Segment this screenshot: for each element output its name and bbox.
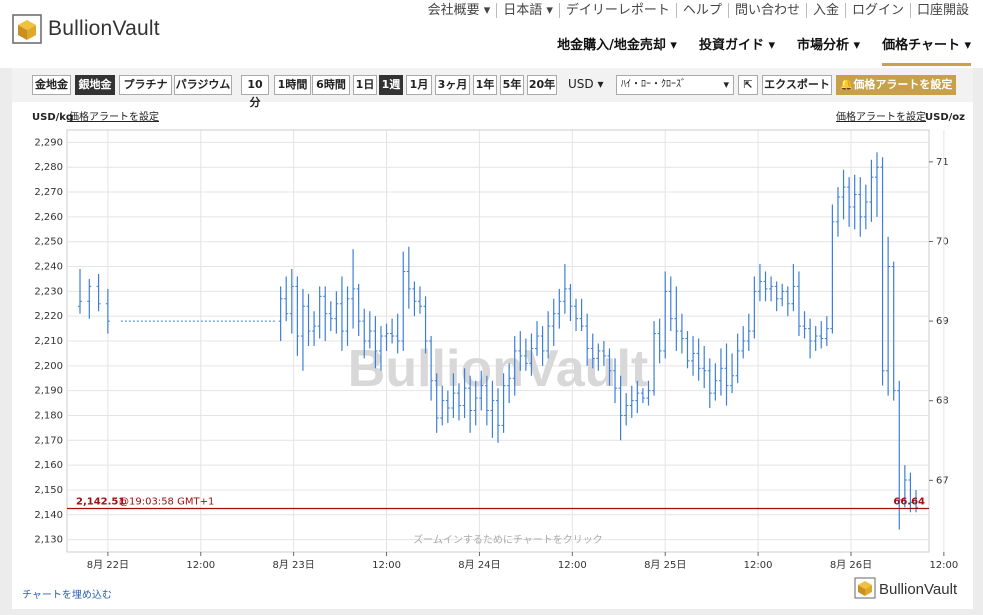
x-tick-label: 8月 24日: [458, 559, 500, 571]
left-unit-label: USD/kg: [32, 112, 73, 123]
embed-chart-link[interactable]: チャートを埋め込む: [22, 589, 112, 601]
y2-tick-label: 70: [936, 236, 949, 247]
chart-panel: 金地金 銀地金 プラチナ パラジウム 10分 1時間 6時間 1日 1週 1月 3ヶ月 1年 5年 20年…: [12, 68, 973, 609]
y-tick-label: 2,180: [34, 410, 63, 421]
top-navigation: 会社概要 ▾ 日本語 ▾ デイリーレポート ヘルプ 問い合わせ 入金 ログイン 口座開設: [422, 3, 975, 18]
topnav-item[interactable]: ログイン: [846, 3, 911, 18]
x-tick-label: 8月 26日: [830, 559, 872, 571]
y-tick-label: 2,140: [34, 510, 63, 521]
x-tick-label: 8月 23日: [273, 559, 315, 571]
right-unit-label: USD/oz: [925, 112, 965, 123]
x-tick-label: 12:00: [558, 560, 587, 571]
main-navigation: 地金購入/地金売却 ▾ 投資ガイド ▾ 市場分析 ▾ 価格チャート ▾: [535, 38, 971, 66]
zoom-hint: ズームインするためにチャートをクリック: [413, 533, 603, 546]
current-time-label: @19:03:58 GMT+1: [119, 497, 214, 508]
topnav-item[interactable]: 口座開設: [911, 3, 975, 18]
site-header: BullionVault 会社概要 ▾ 日本語 ▾ デイリーレポート ヘルプ 問い合わせ…: [0, 0, 983, 68]
logo-cube-icon: [12, 14, 42, 44]
y2-tick-label: 67: [936, 475, 949, 486]
logo-cube-icon: [854, 577, 876, 599]
y-tick-label: 2,150: [34, 485, 63, 496]
mainnav-item[interactable]: 市場分析 ▾: [797, 38, 860, 66]
mainnav-item[interactable]: 地金購入/地金売却 ▾: [557, 38, 677, 66]
y-tick-label: 2,240: [34, 262, 63, 273]
topnav-item[interactable]: デイリーレポート: [560, 3, 677, 18]
x-tick-label: 12:00: [186, 560, 215, 571]
alert-link-right[interactable]: 価格アラートを設定: [836, 110, 926, 123]
y-tick-label: 2,220: [34, 311, 63, 322]
y-tick-label: 2,170: [34, 435, 63, 446]
footer-logo: BullionVault: [854, 577, 958, 599]
y-tick-label: 2,160: [34, 460, 63, 471]
x-tick-label: 8月 22日: [87, 559, 129, 571]
y2-tick-label: 69: [936, 316, 949, 327]
y2-tick-label: 71: [936, 157, 949, 168]
x-tick-label: 12:00: [929, 560, 958, 571]
alert-link-left[interactable]: 価格アラートを設定: [69, 110, 159, 123]
price-chart[interactable]: 2,130 2,140 2,150 2,160 2,170 2,180 2,190 2,200…: [12, 68, 973, 609]
topnav-item[interactable]: 日本語 ▾: [497, 3, 560, 18]
x-tick-label: 12:00: [372, 560, 401, 571]
topnav-item[interactable]: ヘルプ: [677, 3, 729, 18]
y-tick-label: 2,260: [34, 212, 63, 223]
y-tick-label: 2,190: [34, 386, 63, 397]
brand-name: BullionVault: [48, 17, 160, 40]
topnav-item[interactable]: 入金: [807, 3, 846, 18]
y-tick-label: 2,200: [34, 361, 63, 372]
x-tick-label: 12:00: [744, 560, 773, 571]
footer-logo-text: BullionVault: [879, 581, 958, 598]
y-tick-label: 2,270: [34, 187, 63, 198]
y-tick-label: 2,210: [34, 336, 63, 347]
y2-tick-label: 68: [936, 396, 949, 407]
mainnav-item[interactable]: 価格チャート ▾: [882, 38, 971, 66]
topnav-item[interactable]: 問い合わせ: [729, 3, 807, 18]
y-tick-label: 2,230: [34, 286, 63, 297]
topnav-item[interactable]: 会社概要 ▾: [422, 3, 498, 18]
y-tick-label: 2,130: [34, 535, 63, 546]
y-tick-label: 2,290: [34, 137, 63, 148]
x-tick-label: 8月 25日: [644, 559, 686, 571]
brand-logo[interactable]: BullionVault: [12, 14, 160, 44]
y-tick-label: 2,250: [34, 237, 63, 248]
mainnav-item[interactable]: 投資ガイド ▾: [699, 38, 775, 66]
current-price-label: 2,142.51: [76, 497, 125, 508]
y-tick-label: 2,280: [34, 162, 63, 173]
current-oz-label: 66.64: [893, 497, 925, 508]
